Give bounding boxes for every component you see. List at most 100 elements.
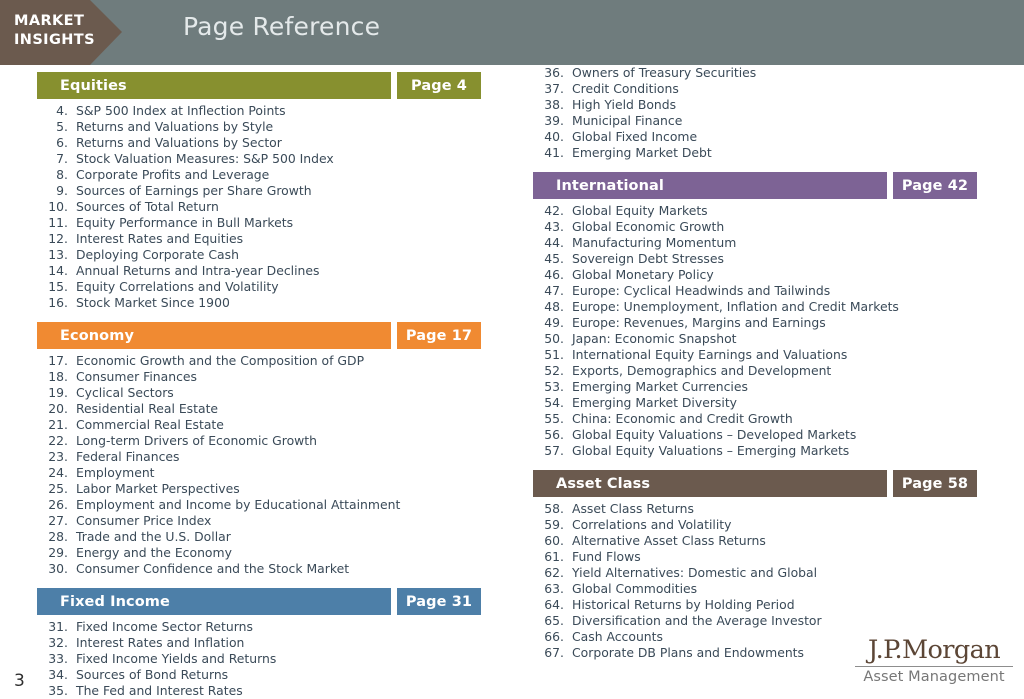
list-item[interactable]: 5. Returns and Valuations by Style [37,119,497,135]
list-item[interactable]: 17. Economic Growth and the Composition o… [37,353,497,369]
list-item[interactable]: 44. Manufacturing Momentum [533,235,993,251]
list-item-number: 63. [544,581,564,596]
list-item-label: Fixed Income Sector Returns [76,619,253,634]
list-item[interactable]: 9. Sources of Earnings per Share Growth [37,183,497,199]
list-item[interactable]: 49. Europe: Revenues, Margins and Earning… [533,315,993,331]
list-item[interactable]: 53. Emerging Market Currencies [533,379,993,395]
list-item[interactable]: 56. Global Equity Valuations – Developed … [533,427,993,443]
list-item[interactable]: 35. The Fed and Interest Rates [37,683,497,699]
list-item[interactable]: 11. Equity Performance in Bull Markets [37,215,497,231]
list-item[interactable]: 28. Trade and the U.S. Dollar [37,529,497,545]
section-page-badge[interactable]: Page 31 [397,588,481,615]
section-header-row: Fixed Income Page 31 [37,588,497,615]
list-item[interactable]: 25. Labor Market Perspectives [37,481,497,497]
list-item[interactable]: 65. Diversification and the Average Inves… [533,613,993,629]
section-title-bar[interactable]: Equities [37,72,391,99]
section-title-bar[interactable]: Asset Class [533,470,887,497]
list-item[interactable]: 43. Global Economic Growth [533,219,993,235]
list-item[interactable]: 24. Employment [37,465,497,481]
list-item[interactable]: 32. Interest Rates and Inflation [37,635,497,651]
list-item[interactable]: 10. Sources of Total Return [37,199,497,215]
list-item[interactable]: 48. Europe: Unemployment, Inflation and C… [533,299,993,315]
list-item[interactable]: 27. Consumer Price Index [37,513,497,529]
list-item[interactable]: 50. Japan: Economic Snapshot [533,331,993,347]
list-item-number: 28. [48,529,68,544]
list-item[interactable]: 29. Energy and the Economy [37,545,497,561]
section: Fixed Income Page 31 31. Fixed Income Secto… [37,577,497,699]
list-item[interactable]: 6. Returns and Valuations by Sector [37,135,497,151]
list-item[interactable]: 31. Fixed Income Sector Returns [37,619,497,635]
section-title-bar[interactable]: Economy [37,322,391,349]
list-item[interactable]: 36. Owners of Treasury Securities [533,65,993,81]
list-item[interactable]: 54. Emerging Market Diversity [533,395,993,411]
list-item[interactable]: 52. Exports, Demographics and Development [533,363,993,379]
section-title-bar[interactable]: Fixed Income [37,588,391,615]
list-item[interactable]: 19. Cyclical Sectors [37,385,497,401]
section-title-label: Asset Class [556,475,651,492]
list-item[interactable]: 58. Asset Class Returns [533,501,993,517]
list-item[interactable]: 57. Global Equity Valuations – Emerging M… [533,443,993,459]
section: International Page 42 42. Global Equity Mar… [533,161,993,459]
list-item-number: 36. [544,65,564,80]
list-item[interactable]: 51. International Equity Earnings and Val… [533,347,993,363]
list-item-number: 62. [544,565,564,580]
page-header: MARKET INSIGHTS Page Reference [0,0,1024,65]
list-item[interactable]: 39. Municipal Finance [533,113,993,129]
list-item-number: 42. [544,203,564,218]
list-item[interactable]: 41. Emerging Market Debt [533,145,993,161]
list-item-number: 38. [544,97,564,112]
list-item[interactable]: 33. Fixed Income Yields and Returns [37,651,497,667]
list-item[interactable]: 23. Federal Finances [37,449,497,465]
list-item[interactable]: 13. Deploying Corporate Cash [37,247,497,263]
list-item[interactable]: 38. High Yield Bonds [533,97,993,113]
list-item[interactable]: 55. China: Economic and Credit Growth [533,411,993,427]
list-item-number: 57. [544,443,564,458]
section-page-badge[interactable]: Page 4 [397,72,481,99]
list-item[interactable]: 64. Historical Returns by Holding Period [533,597,993,613]
list-item[interactable]: 42. Global Equity Markets [533,203,993,219]
section-title-label: Fixed Income [60,593,170,610]
section-item-list: 36. Owners of Treasury Securities 37. Credi… [533,65,993,161]
list-item[interactable]: 15. Equity Correlations and Volatility [37,279,497,295]
list-item[interactable]: 62. Yield Alternatives: Domestic and Glob… [533,565,993,581]
list-item[interactable]: 16. Stock Market Since 1900 [37,295,497,311]
list-item[interactable]: 4. S&P 500 Index at Inflection Points [37,103,497,119]
list-item-number: 56. [544,427,564,442]
list-item[interactable]: 40. Global Fixed Income [533,129,993,145]
list-item-label: Credit Conditions [572,81,679,96]
right-column: 36. Owners of Treasury Securities 37. Credi… [533,65,993,661]
list-item[interactable]: 59. Correlations and Volatility [533,517,993,533]
list-item-number: 64. [544,597,564,612]
list-item[interactable]: 60. Alternative Asset Class Returns [533,533,993,549]
list-item[interactable]: 22. Long-term Drivers of Economic Growth [37,433,497,449]
list-item[interactable]: 63. Global Commodities [533,581,993,597]
section-page-badge[interactable]: Page 42 [893,172,977,199]
section-header-row: Equities Page 4 [37,72,497,99]
list-item[interactable]: 8. Corporate Profits and Leverage [37,167,497,183]
list-item[interactable]: 37. Credit Conditions [533,81,993,97]
list-item-label: Global Commodities [572,581,698,596]
list-item[interactable]: 46. Global Monetary Policy [533,267,993,283]
list-item-number: 13. [48,247,68,262]
list-item[interactable]: 12. Interest Rates and Equities [37,231,497,247]
section-page-label: Page 42 [901,177,969,194]
list-item[interactable]: 61. Fund Flows [533,549,993,565]
list-item[interactable]: 20. Residential Real Estate [37,401,497,417]
list-item[interactable]: 18. Consumer Finances [37,369,497,385]
list-item-label: Stock Valuation Measures: S&P 500 Index [76,151,334,166]
list-item[interactable]: 21. Commercial Real Estate [37,417,497,433]
section-page-label: Page 17 [405,327,473,344]
section-page-badge[interactable]: Page 58 [893,470,977,497]
list-item-number: 35. [48,683,68,698]
list-item[interactable]: 14. Annual Returns and Intra-year Decline… [37,263,497,279]
list-item[interactable]: 7. Stock Valuation Measures: S&P 500 Inde… [37,151,497,167]
list-item[interactable]: 26. Employment and Income by Educational … [37,497,497,513]
list-item[interactable]: 47. Europe: Cyclical Headwinds and Tailwi… [533,283,993,299]
section-title-bar[interactable]: International [533,172,887,199]
list-item[interactable]: 45. Sovereign Debt Stresses [533,251,993,267]
list-item[interactable]: 30. Consumer Confidence and the Stock Mar… [37,561,497,577]
section-page-badge[interactable]: Page 17 [397,322,481,349]
list-item[interactable]: 34. Sources of Bond Returns [37,667,497,683]
